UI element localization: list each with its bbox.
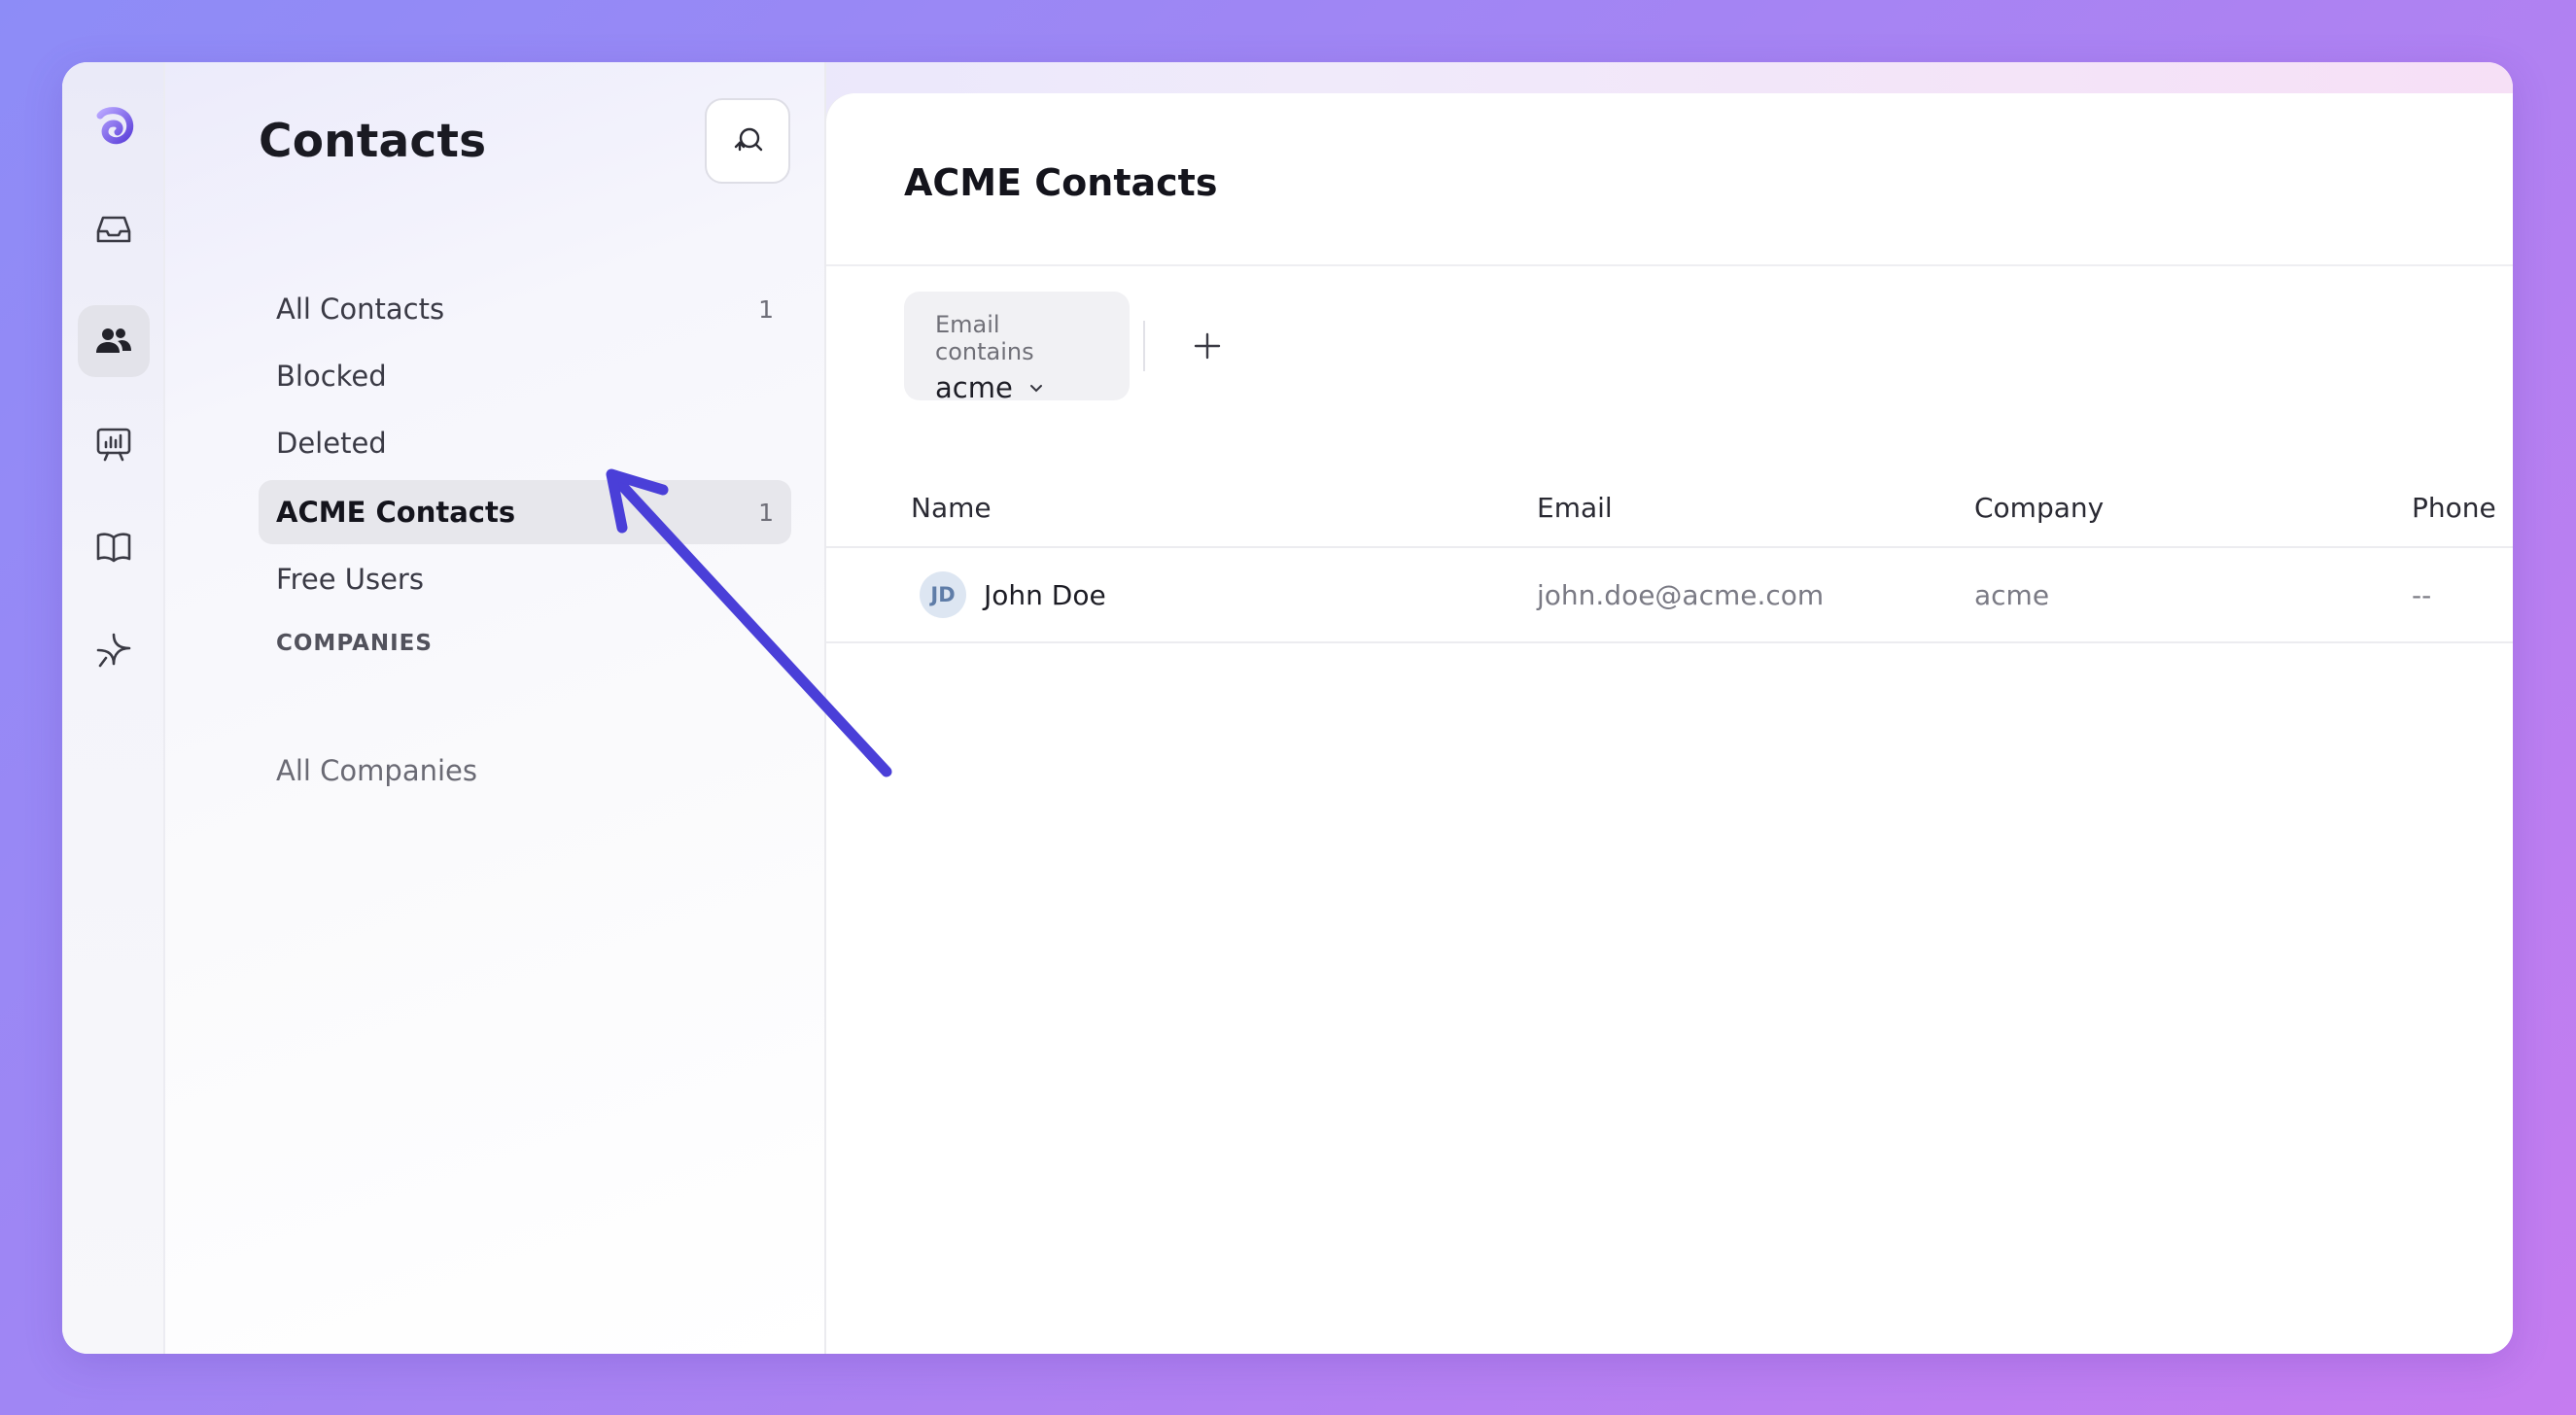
- contact-name: John Doe: [984, 578, 1106, 611]
- nav-item-acme-contacts[interactable]: ACME Contacts 1: [259, 480, 791, 544]
- icon-rail: [62, 62, 165, 1354]
- nav-item-count: 1: [758, 294, 774, 324]
- nav-item-blocked[interactable]: Blocked: [259, 344, 791, 408]
- add-filter-button[interactable]: [1180, 319, 1235, 373]
- filter-value: acme: [935, 371, 1013, 404]
- sparkle-icon[interactable]: [78, 614, 150, 686]
- app-window: Contacts All Contacts 1 Blocked Deleted …: [62, 62, 2513, 1354]
- column-header-email[interactable]: Email: [1537, 492, 1613, 524]
- knowledge-base-icon[interactable]: [78, 511, 150, 583]
- nav-item-label: Deleted: [276, 427, 387, 460]
- contacts-panel: Contacts All Contacts 1 Blocked Deleted …: [165, 62, 826, 1354]
- inbox-icon[interactable]: [78, 193, 150, 265]
- companies-section-label: COMPANIES: [276, 631, 433, 656]
- nav-item-all-companies[interactable]: All Companies: [259, 739, 791, 803]
- contact-name-cell: JD John Doe: [920, 571, 1106, 618]
- contact-email: john.doe@acme.com: [1537, 579, 1825, 611]
- contacts-icon[interactable]: [78, 305, 150, 377]
- filter-label: Email contains: [935, 311, 1034, 365]
- reports-icon[interactable]: [78, 408, 150, 480]
- plus-icon: [1194, 332, 1221, 360]
- avatar: JD: [920, 571, 966, 618]
- nav-item-all-contacts[interactable]: All Contacts 1: [259, 277, 791, 341]
- nav-item-label: Blocked: [276, 360, 387, 393]
- contact-company: acme: [1974, 579, 2050, 611]
- email-filter-chip[interactable]: Email contains acme: [904, 292, 1130, 404]
- table-row[interactable]: JD John Doe john.doe@acme.com acme --: [826, 548, 2513, 643]
- chevron-down-icon: [1029, 385, 1042, 393]
- nav-item-label: All Companies: [276, 754, 477, 787]
- page-title: ACME Contacts: [904, 161, 1218, 204]
- refresh-search-icon: [734, 127, 763, 152]
- header-divider: [826, 264, 2513, 266]
- panel-title: Contacts: [259, 115, 487, 168]
- column-header-name[interactable]: Name: [911, 492, 992, 524]
- filter-separator: [1143, 321, 1145, 371]
- nav-item-label: ACME Contacts: [276, 496, 516, 529]
- logo-icon[interactable]: [78, 89, 150, 161]
- nav-item-label: Free Users: [276, 563, 424, 596]
- nav-item-free-users[interactable]: Free Users: [259, 547, 791, 611]
- refresh-search-button[interactable]: [705, 98, 790, 184]
- column-header-company[interactable]: Company: [1974, 492, 2104, 524]
- contact-phone: --: [2412, 579, 2432, 611]
- column-header-phone[interactable]: Phone: [2412, 492, 2496, 524]
- nav-item-count: 1: [758, 498, 774, 527]
- nav-item-label: All Contacts: [276, 293, 445, 326]
- nav-item-deleted[interactable]: Deleted: [259, 411, 791, 475]
- main-content: ACME Contacts Email contains acme Name E…: [826, 93, 2513, 1354]
